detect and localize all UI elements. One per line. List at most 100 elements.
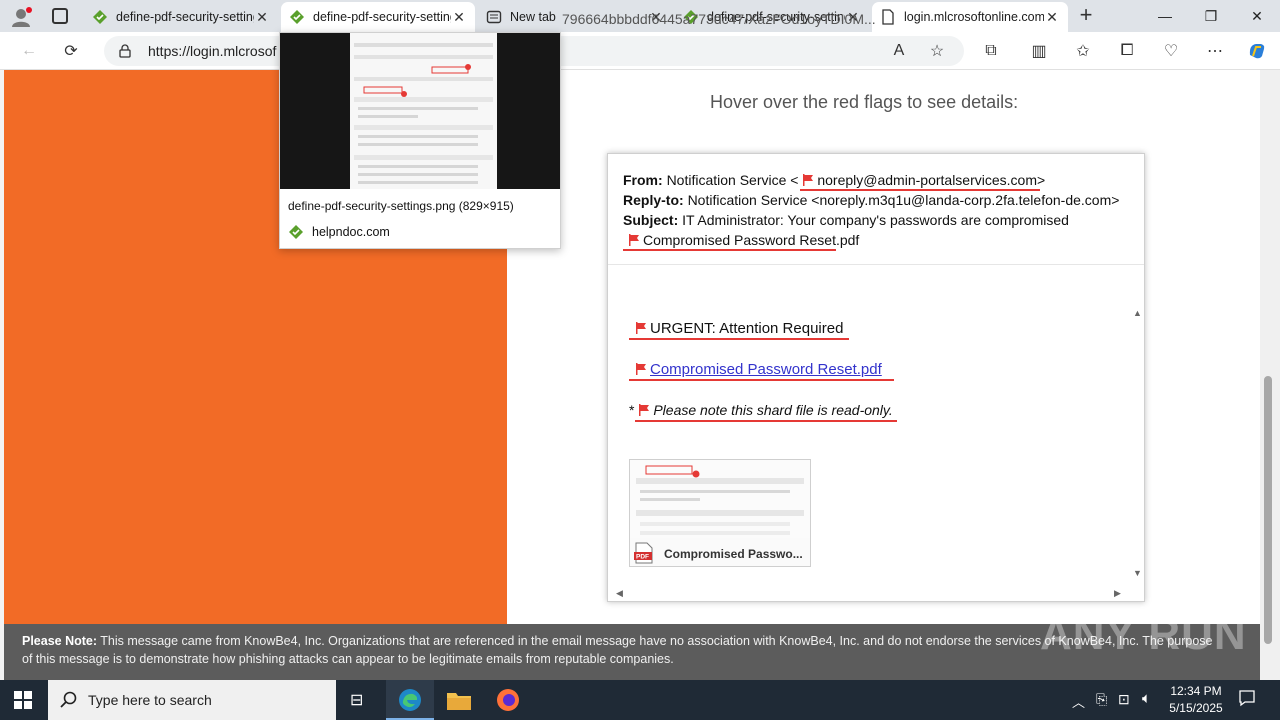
- note-prefix: *: [629, 402, 635, 418]
- from-line: From: Notification Service < noreply@adm…: [623, 172, 1045, 188]
- favorite-star-icon[interactable]: ☆: [926, 40, 948, 62]
- link-line: Compromised Password Reset.pdf: [635, 361, 882, 378]
- volume-icon[interactable]: 🔈︎: [1142, 690, 1151, 707]
- new-tab-button[interactable]: +: [1074, 4, 1098, 28]
- windows-taskbar: Type here to search ⊟ ︿ ⎘ ⊡ 🔈︎ 12:34 PM …: [0, 680, 1280, 720]
- scroll-up-arrow[interactable]: ▲: [1133, 308, 1142, 318]
- helpndoc-favicon-icon: [290, 10, 304, 24]
- helpndoc-favicon-icon: [289, 225, 303, 239]
- task-view-icon[interactable]: ⊟: [350, 690, 363, 710]
- attachment-header: Compromised Password Reset.pdf: [643, 232, 860, 248]
- collections-icon[interactable]: ⧠: [1116, 40, 1138, 62]
- preview-filename: define-pdf-security-settings.png (829×91…: [288, 199, 514, 213]
- windows-start-icon[interactable]: [14, 691, 32, 714]
- tab-preview-popup: define-pdf-security-settings.png (829×91…: [279, 32, 561, 249]
- attachment-thumbnail: [630, 460, 810, 538]
- replyto-label: Reply-to:: [623, 192, 684, 208]
- subject-line: Subject: IT Administrator: Your company'…: [623, 212, 1069, 228]
- urgent-line: URGENT: Attention Required: [635, 320, 843, 337]
- restore-button[interactable]: ❐: [1188, 0, 1234, 32]
- url-tail-text: 796664bbbddf6445a773dc47/XazFOd1oyTDI0M.…: [562, 11, 876, 27]
- attachment-filename: Compromised Passwo...: [664, 547, 803, 561]
- new-tab-favicon-icon: [486, 10, 502, 24]
- replyto-value: Notification Service <noreply.m3q1u@land…: [687, 192, 1120, 208]
- disclaimer-body: This message came from KnowBe4, Inc. Org…: [22, 634, 1213, 666]
- replyto-line: Reply-to: Notification Service <noreply.…: [623, 192, 1119, 208]
- from-close: >: [1036, 172, 1046, 188]
- edge-icon: [399, 689, 421, 711]
- phishing-email-card: From: Notification Service < noreply@adm…: [607, 153, 1145, 602]
- tab-actions-icon[interactable]: [52, 8, 68, 24]
- file-explorer-icon[interactable]: [446, 688, 472, 717]
- address-toolbar: ← ⟳ https://login.mlcrosof A ☆ ⧉ ▥ ✩ ⧠ ♡…: [0, 32, 1280, 70]
- network-icon[interactable]: ⊡: [1118, 691, 1130, 708]
- clock[interactable]: 12:34 PM 5/15/2025: [1168, 684, 1224, 715]
- readonly-note: Please note this shard file is read-only…: [653, 402, 893, 418]
- close-tab-icon[interactable]: ✕: [451, 9, 467, 26]
- back-button[interactable]: ←: [18, 40, 40, 62]
- scroll-left-arrow[interactable]: ◀: [616, 588, 623, 599]
- settings-more-icon[interactable]: ⋯: [1204, 40, 1226, 62]
- tab-title: define-pdf-security-settings: [313, 10, 451, 24]
- tab-login-active[interactable]: login.mlcrosoftonline.com ✕: [872, 2, 1068, 32]
- attachment-header-line: Compromised Password Reset.pdf: [628, 232, 859, 248]
- clock-date: 5/15/2025: [1169, 701, 1223, 715]
- scroll-right-arrow[interactable]: ▶: [1114, 588, 1121, 599]
- flag-underline: [635, 420, 897, 422]
- helpndoc-favicon-icon: [93, 10, 107, 24]
- readonly-note-line: * Please note this shard file is read-on…: [629, 402, 893, 418]
- tab-define-pdf-1[interactable]: define-pdf-security-settings ✕: [84, 2, 278, 32]
- from-address: noreply@admin-portalservices.com: [817, 172, 1037, 188]
- red-flag-icon[interactable]: [638, 404, 650, 416]
- extensions-icon[interactable]: ⧉: [980, 40, 1002, 62]
- url-text: https://login.mlcrosof: [148, 43, 277, 59]
- page-scrollbar-thumb[interactable]: [1264, 376, 1272, 644]
- pdf-link[interactable]: Compromised Password Reset.pdf: [650, 361, 882, 378]
- firefox-icon[interactable]: [496, 688, 520, 717]
- search-placeholder: Type here to search: [88, 692, 212, 708]
- disclaimer-label: Please Note:: [22, 634, 98, 648]
- notifications-icon[interactable]: [1238, 689, 1256, 710]
- flag-underline: [623, 249, 836, 251]
- scroll-down-arrow[interactable]: ▼: [1133, 568, 1142, 578]
- flag-underline: [629, 379, 894, 381]
- red-flag-icon[interactable]: [802, 174, 814, 186]
- subject-value: IT Administrator: Your company's passwor…: [682, 212, 1069, 228]
- tab-define-pdf-2[interactable]: define-pdf-security-settings ✕: [281, 2, 475, 32]
- lock-icon[interactable]: [118, 44, 132, 58]
- close-window-button[interactable]: ✕: [1234, 0, 1280, 32]
- red-flag-icon[interactable]: [635, 322, 647, 334]
- svg-text:PDF: PDF: [636, 554, 649, 561]
- browser-essentials-icon[interactable]: ♡: [1160, 40, 1182, 62]
- preview-screenshot: [350, 33, 497, 189]
- minimize-button[interactable]: —: [1142, 0, 1188, 32]
- from-label: From:: [623, 172, 663, 188]
- preview-image: [280, 33, 560, 189]
- edge-taskbar-button[interactable]: [386, 680, 434, 720]
- tab-title: login.mlcrosoftonline.com: [904, 10, 1044, 24]
- flag-underline: [629, 338, 849, 340]
- from-name: Notification Service <: [666, 172, 799, 188]
- copilot-icon[interactable]: [1246, 40, 1268, 62]
- close-tab-icon[interactable]: ✕: [254, 9, 270, 26]
- close-tab-icon[interactable]: ✕: [1044, 9, 1060, 26]
- clock-time: 12:34 PM: [1170, 684, 1222, 698]
- split-screen-icon[interactable]: ▥: [1028, 40, 1050, 62]
- header-separator: [608, 264, 1144, 265]
- refresh-button[interactable]: ⟳: [60, 40, 82, 62]
- profile-icon[interactable]: [10, 6, 32, 28]
- tray-device-icon[interactable]: ⎘: [1096, 691, 1107, 708]
- favorites-icon[interactable]: ✩: [1072, 40, 1094, 62]
- search-icon: [60, 691, 77, 708]
- read-aloud-icon[interactable]: A: [888, 40, 910, 62]
- preview-site: helpndoc.com: [312, 225, 390, 239]
- tab-title: define-pdf-security-settings: [116, 10, 254, 24]
- attachment-tile[interactable]: PDF Compromised Passwo...: [629, 459, 811, 567]
- flag-underline: [800, 189, 1040, 191]
- red-flag-icon[interactable]: [628, 234, 640, 246]
- urgent-text: URGENT: Attention Required: [650, 320, 844, 337]
- tray-overflow-icon[interactable]: ︿: [1072, 692, 1085, 711]
- taskbar-search-box[interactable]: Type here to search: [48, 680, 336, 720]
- anyrun-watermark: ANY RUN: [1040, 610, 1247, 659]
- red-flag-icon[interactable]: [635, 363, 647, 375]
